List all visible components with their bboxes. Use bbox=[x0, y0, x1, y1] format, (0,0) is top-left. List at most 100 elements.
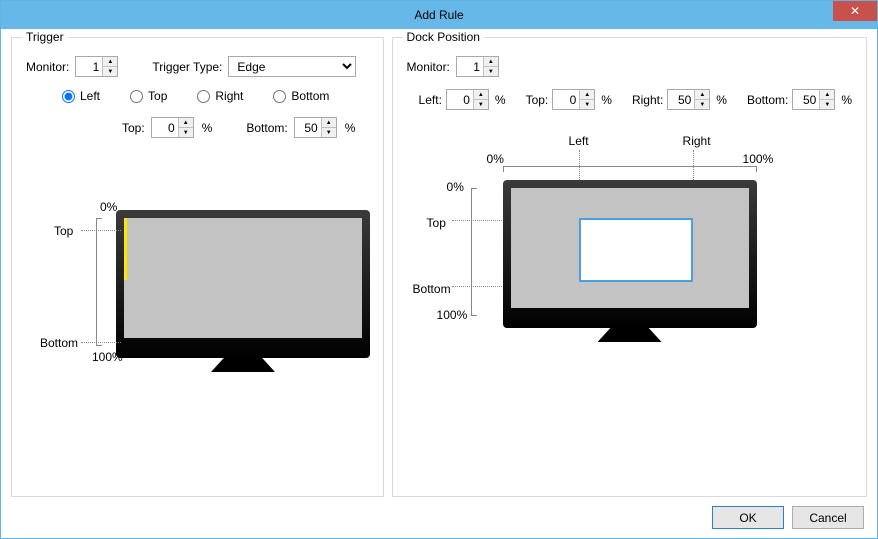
dock-left-input[interactable] bbox=[447, 90, 473, 109]
trigger-monitor-label: Monitor: bbox=[26, 60, 69, 74]
radio-top-label: Top bbox=[148, 89, 167, 103]
dock-top-bracket bbox=[503, 166, 757, 172]
spin-down-icon[interactable]: ▼ bbox=[484, 67, 498, 76]
pct-unit: % bbox=[841, 93, 852, 107]
trigger-bottom-pct-label: Bottom: bbox=[246, 121, 287, 135]
dock-bottom-spinner[interactable]: ▲ ▼ bbox=[792, 89, 835, 110]
dock-top-spinner[interactable]: ▲ ▼ bbox=[552, 89, 595, 110]
radio-right-label: Right bbox=[215, 89, 243, 103]
dock-right-axis-label: Right bbox=[683, 134, 711, 148]
close-button[interactable]: ✕ bbox=[833, 1, 877, 21]
dock-monitor-input[interactable] bbox=[457, 57, 483, 76]
dock-monitor-screen bbox=[511, 188, 749, 308]
dock-monitor-spinner[interactable]: ▲ ▼ bbox=[456, 56, 499, 77]
dock-group-title: Dock Position bbox=[403, 30, 484, 44]
radio-left-label: Left bbox=[80, 89, 100, 103]
trigger-radio-right[interactable]: Right bbox=[197, 89, 243, 103]
dock-right-input[interactable] bbox=[668, 90, 694, 109]
trigger-monitor-spinner[interactable]: ▲ ▼ bbox=[75, 56, 118, 77]
pct-unit: % bbox=[601, 93, 612, 107]
ok-button[interactable]: OK bbox=[712, 506, 784, 529]
dock-right-label: Right: bbox=[632, 93, 663, 107]
dock-100v-label: 100% bbox=[437, 308, 468, 322]
dock-diagram: 0% Left Right 100% 0% Top Bottom 100% bbox=[407, 148, 852, 398]
trigger-group: Trigger Monitor: ▲ ▼ Trigger Type: Edge … bbox=[11, 37, 384, 497]
radio-top-input[interactable] bbox=[130, 90, 143, 103]
dock-bottom-label: Bottom: bbox=[747, 93, 788, 107]
pct-unit: % bbox=[716, 93, 727, 107]
footer: OK Cancel bbox=[712, 506, 864, 529]
trigger-edge-highlight bbox=[124, 218, 127, 280]
spinner-buttons: ▲ ▼ bbox=[321, 118, 336, 137]
trigger-top-dot bbox=[81, 230, 121, 231]
spinner-buttons: ▲ ▼ bbox=[579, 90, 594, 109]
dock-monitor-frame bbox=[503, 180, 757, 328]
trigger-0-label: 0% bbox=[100, 200, 117, 214]
trigger-group-title: Trigger bbox=[22, 30, 68, 44]
trigger-type-label: Trigger Type: bbox=[152, 60, 222, 74]
trigger-bracket bbox=[96, 218, 102, 346]
dock-rect bbox=[579, 218, 693, 282]
trigger-top-pct-input[interactable] bbox=[152, 118, 178, 137]
trigger-bottom-dot bbox=[81, 342, 121, 343]
trigger-radio-top[interactable]: Top bbox=[130, 89, 167, 103]
spinner-buttons: ▲ ▼ bbox=[473, 90, 488, 109]
radio-bottom-label: Bottom bbox=[291, 89, 329, 103]
radio-right-input[interactable] bbox=[197, 90, 210, 103]
pct-unit: % bbox=[495, 93, 506, 107]
spinner-buttons: ▲ ▼ bbox=[102, 57, 117, 76]
trigger-bottom-pct-spinner[interactable]: ▲ ▼ bbox=[294, 117, 337, 138]
dock-right-spinner[interactable]: ▲ ▼ bbox=[667, 89, 710, 110]
spin-up-icon[interactable]: ▲ bbox=[322, 118, 336, 128]
dock-left-bracket bbox=[471, 188, 477, 316]
dock-left-label: Left: bbox=[419, 93, 442, 107]
trigger-radio-bottom[interactable]: Bottom bbox=[273, 89, 329, 103]
dock-bottom-axis-label: Bottom bbox=[413, 282, 451, 296]
cancel-button[interactable]: Cancel bbox=[792, 506, 864, 529]
spin-up-icon[interactable]: ▲ bbox=[484, 57, 498, 67]
trigger-bottom-pct-input[interactable] bbox=[295, 118, 321, 137]
monitor-stand bbox=[211, 358, 275, 372]
trigger-type-select[interactable]: Edge bbox=[228, 56, 356, 77]
dock-0v-label: 0% bbox=[447, 180, 464, 194]
spin-up-icon[interactable]: ▲ bbox=[179, 118, 193, 128]
trigger-radio-left[interactable]: Left bbox=[62, 89, 100, 103]
window-title: Add Rule bbox=[1, 8, 877, 22]
dock-top-input[interactable] bbox=[553, 90, 579, 109]
spin-down-icon[interactable]: ▼ bbox=[103, 67, 117, 76]
spin-up-icon[interactable]: ▲ bbox=[474, 90, 488, 100]
spin-up-icon[interactable]: ▲ bbox=[820, 90, 834, 100]
pct-unit: % bbox=[345, 121, 356, 135]
dock-top-label: Top: bbox=[526, 93, 549, 107]
spin-down-icon[interactable]: ▼ bbox=[474, 100, 488, 109]
close-icon: ✕ bbox=[850, 5, 860, 17]
spin-up-icon[interactable]: ▲ bbox=[580, 90, 594, 100]
spin-up-icon[interactable]: ▲ bbox=[103, 57, 117, 67]
titlebar: Add Rule ✕ bbox=[1, 1, 877, 29]
spinner-buttons: ▲ ▼ bbox=[694, 90, 709, 109]
dock-left-axis-label: Left bbox=[569, 134, 589, 148]
trigger-top-pct-spinner[interactable]: ▲ ▼ bbox=[151, 117, 194, 138]
spinner-buttons: ▲ ▼ bbox=[819, 90, 834, 109]
pct-unit: % bbox=[202, 121, 213, 135]
spin-down-icon[interactable]: ▼ bbox=[322, 128, 336, 137]
spinner-buttons: ▲ ▼ bbox=[483, 57, 498, 76]
dock-left-spinner[interactable]: ▲ ▼ bbox=[446, 89, 489, 110]
spin-down-icon[interactable]: ▼ bbox=[179, 128, 193, 137]
spin-down-icon[interactable]: ▼ bbox=[580, 100, 594, 109]
radio-bottom-input[interactable] bbox=[273, 90, 286, 103]
radio-left-input[interactable] bbox=[62, 90, 75, 103]
spin-up-icon[interactable]: ▲ bbox=[695, 90, 709, 100]
trigger-top-pct-label: Top: bbox=[122, 121, 145, 135]
trigger-top-label: Top bbox=[54, 224, 73, 238]
trigger-monitor-input[interactable] bbox=[76, 57, 102, 76]
trigger-bottom-label: Bottom bbox=[40, 336, 78, 350]
dock-monitor-label: Monitor: bbox=[407, 60, 450, 74]
dock-bottom-input[interactable] bbox=[793, 90, 819, 109]
dock-0h-label: 0% bbox=[487, 152, 504, 166]
dock-top-axis-label: Top bbox=[427, 216, 446, 230]
spin-down-icon[interactable]: ▼ bbox=[820, 100, 834, 109]
trigger-diagram: 0% Top Bottom 100% bbox=[26, 208, 369, 418]
spinner-buttons: ▲ ▼ bbox=[178, 118, 193, 137]
spin-down-icon[interactable]: ▼ bbox=[695, 100, 709, 109]
